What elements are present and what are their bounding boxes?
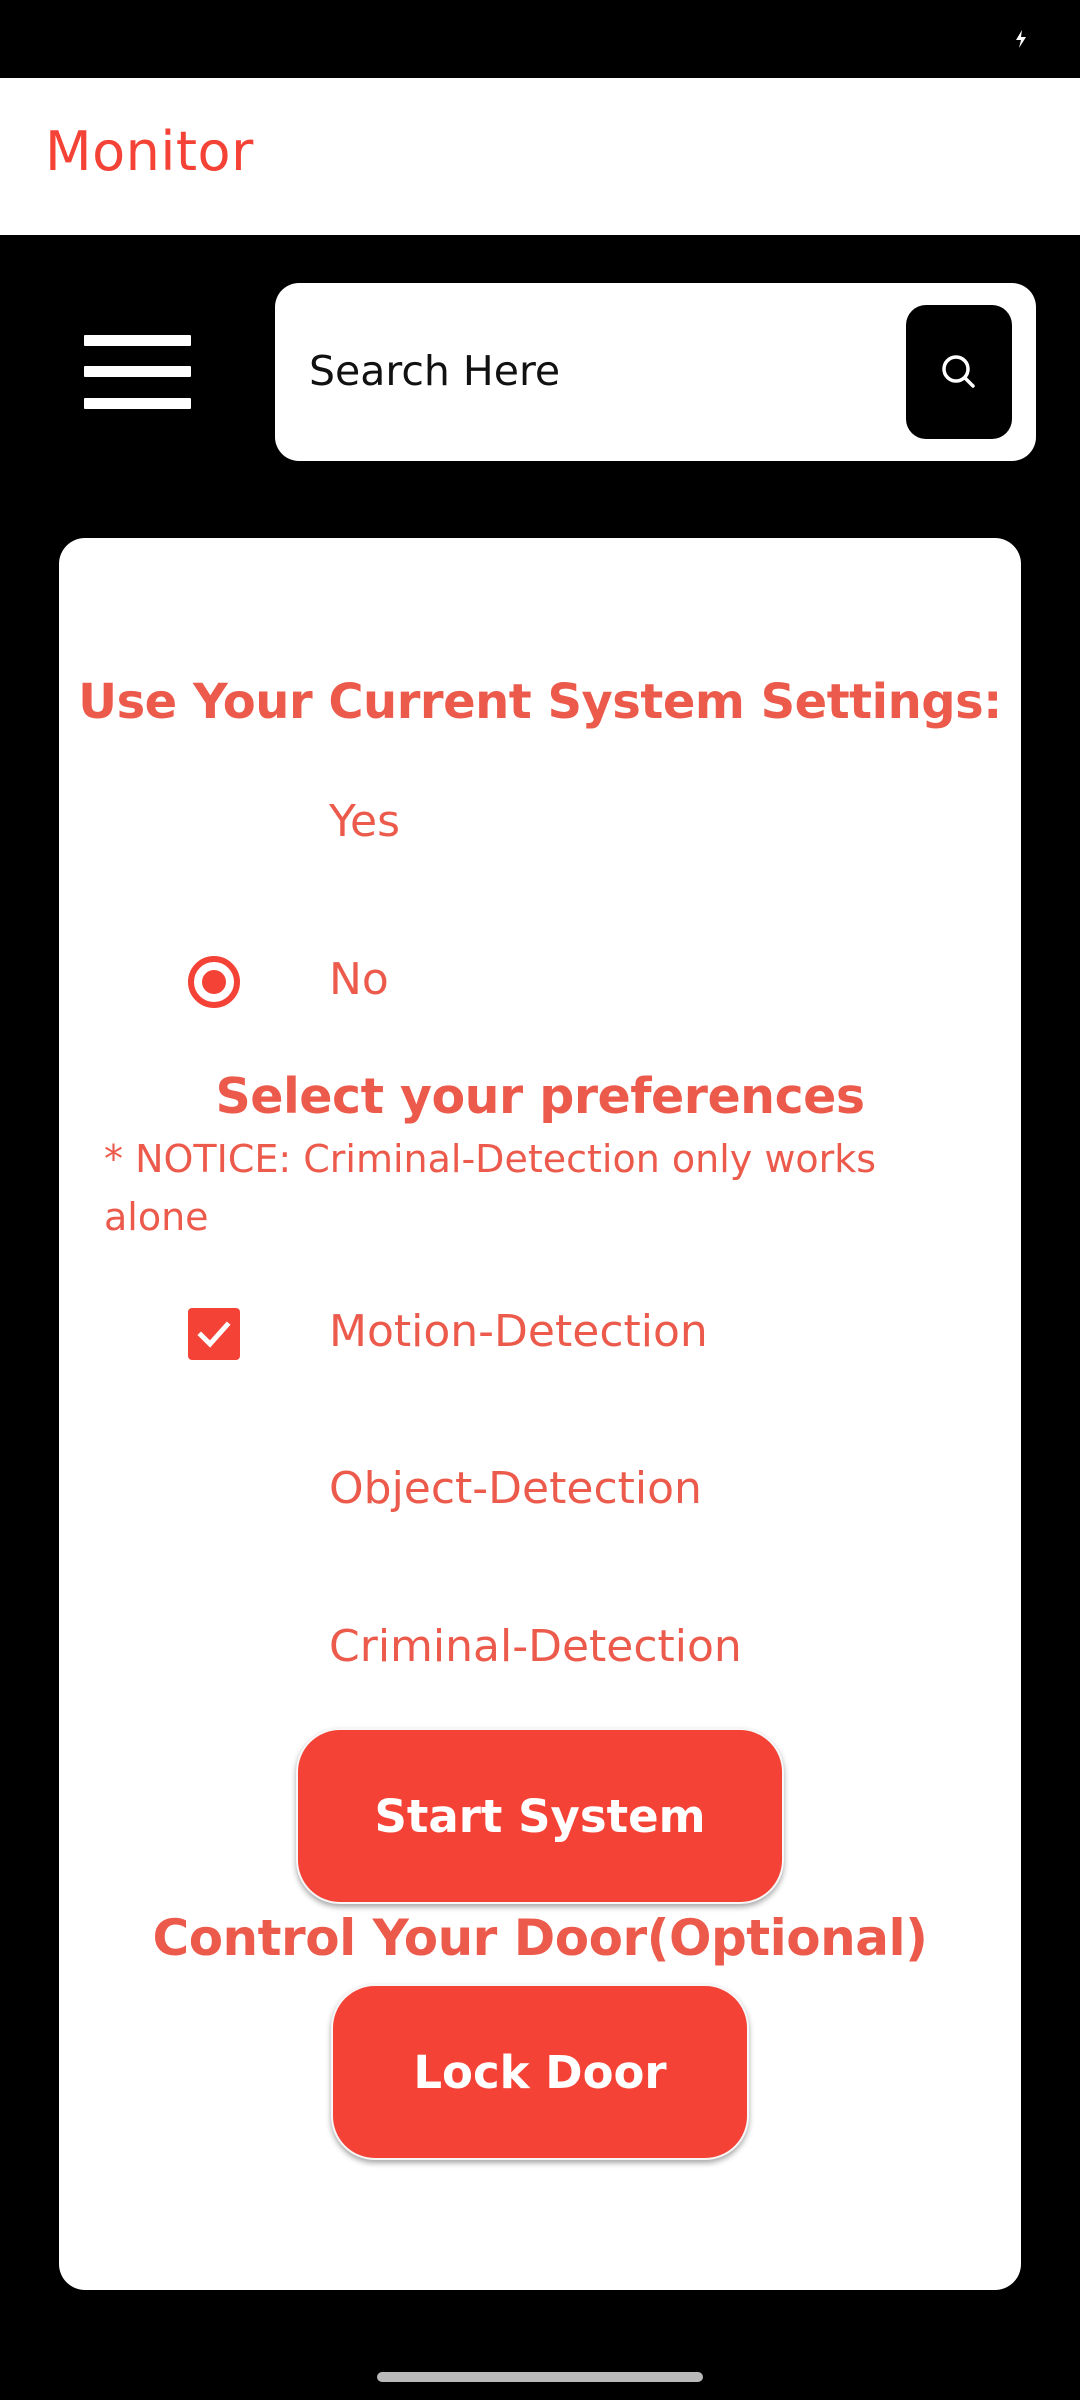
battery-charging-icon <box>1016 30 1026 48</box>
checkbox-label-motion-detection: Motion-Detection <box>329 1306 708 1357</box>
radio-button-selected[interactable] <box>188 956 240 1008</box>
status-bar <box>0 0 1080 78</box>
settings-card: Use Your Current System Settings: Yes No… <box>59 538 1021 2290</box>
app-title: Monitor <box>45 120 254 183</box>
checkbox-option-object-detection[interactable]: Object-Detection <box>59 1451 1021 1531</box>
checkbox-option-motion-detection[interactable]: Motion-Detection <box>59 1294 1021 1374</box>
radio-label-yes: Yes <box>329 796 401 847</box>
check-icon <box>197 1321 231 1348</box>
checkbox-label-criminal-detection: Criminal-Detection <box>329 1621 742 1672</box>
radio-option-yes[interactable]: Yes <box>59 784 1021 864</box>
checkbox-option-criminal-detection[interactable]: Criminal-Detection <box>59 1609 1021 1689</box>
preferences-heading: Select your preferences <box>215 1068 865 1125</box>
app-bar: Monitor <box>0 78 1080 235</box>
search-input[interactable] <box>309 331 849 411</box>
checkbox-checked[interactable] <box>188 1308 240 1360</box>
radio-option-no[interactable]: No <box>59 942 1021 1022</box>
radio-label-no: No <box>329 954 389 1005</box>
search-icon <box>942 355 975 388</box>
search-bar <box>275 283 1036 461</box>
checkbox-label-object-detection: Object-Detection <box>329 1463 702 1514</box>
search-button[interactable] <box>906 305 1012 439</box>
lock-door-button[interactable]: Lock Door <box>331 1984 749 2160</box>
notice-text: * NOTICE: Criminal-Detection only works … <box>104 1137 877 1239</box>
hamburger-menu-icon[interactable] <box>84 335 191 409</box>
settings-heading: Use Your Current System Settings: <box>78 674 1002 730</box>
door-heading: Control Your Door(Optional) <box>152 1909 928 1967</box>
start-system-button[interactable]: Start System <box>296 1728 784 1904</box>
home-indicator[interactable] <box>377 2372 703 2382</box>
